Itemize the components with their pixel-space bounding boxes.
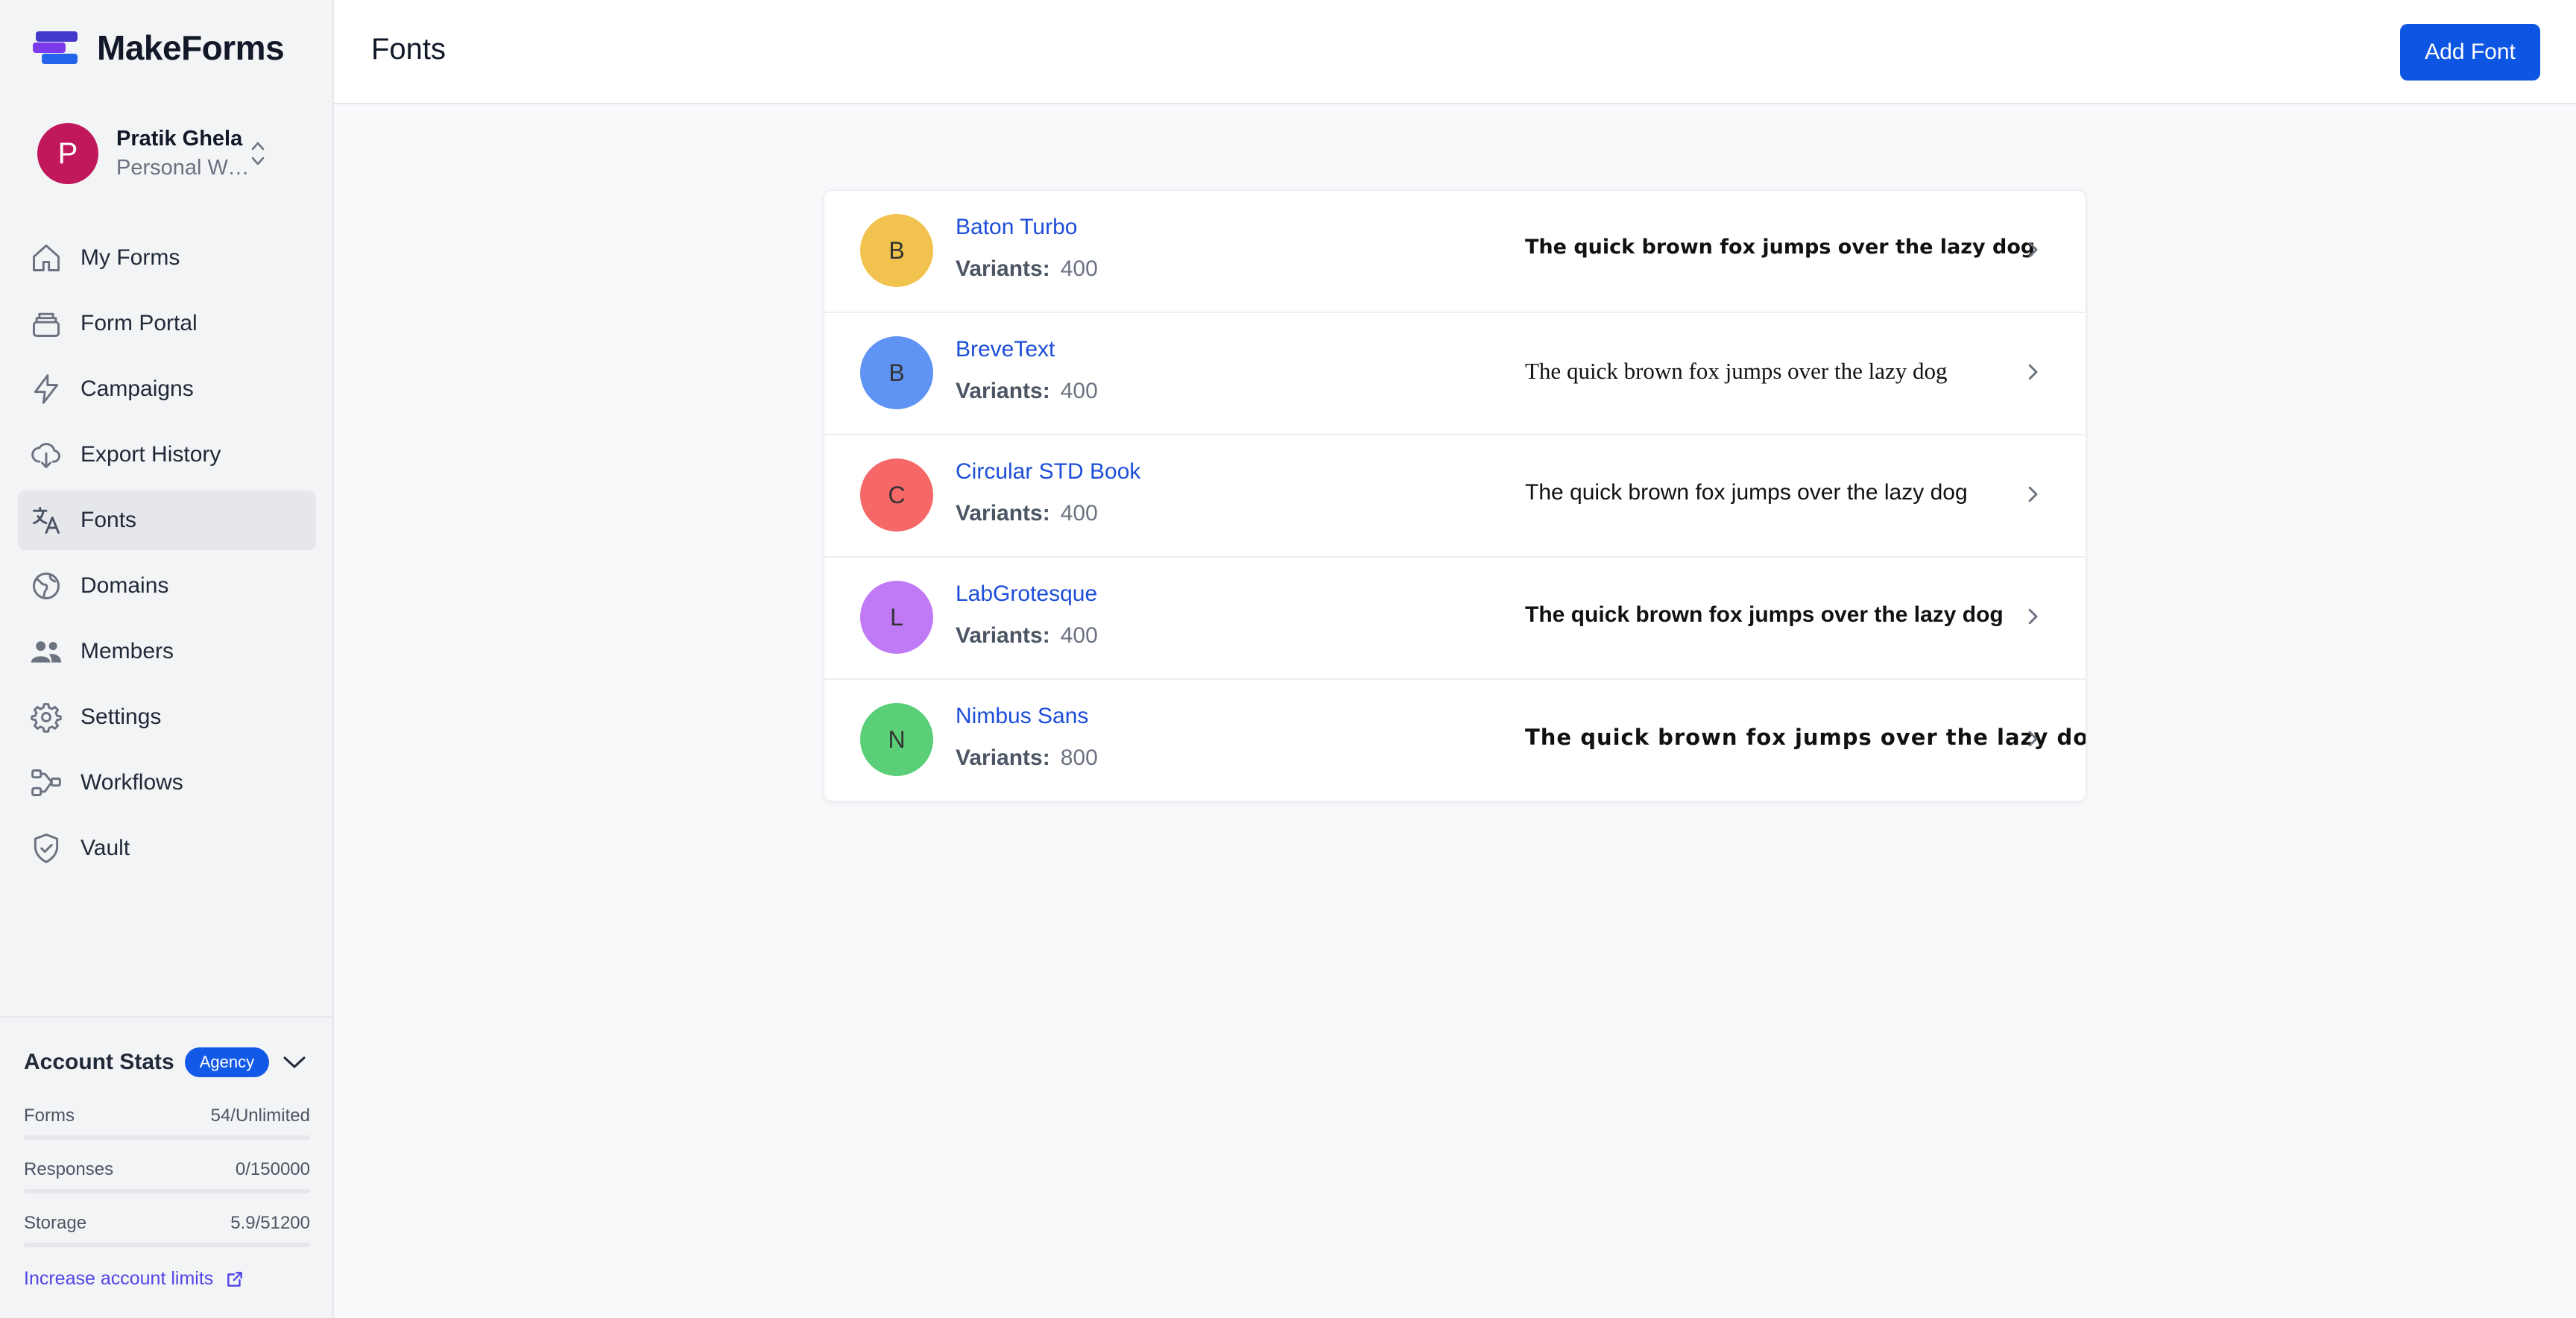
nav-settings[interactable]: Settings bbox=[18, 687, 316, 747]
nav-label: Export History bbox=[80, 442, 221, 467]
chevron-down-icon[interactable] bbox=[282, 1053, 307, 1071]
nav-fonts[interactable]: Fonts bbox=[18, 491, 316, 550]
nav-domains[interactable]: Domains bbox=[18, 556, 316, 616]
stat-progress-bar bbox=[24, 1135, 310, 1140]
stat-forms: Forms 54/Unlimited bbox=[24, 1106, 310, 1140]
font-preview: The quick brown fox jumps over the lazy … bbox=[1525, 358, 1948, 384]
font-name[interactable]: Circular STD Book bbox=[956, 459, 1140, 485]
font-initial-badge: B bbox=[860, 214, 933, 287]
font-initial-badge: C bbox=[860, 458, 933, 532]
makeforms-logo-icon bbox=[33, 28, 78, 67]
nav-members[interactable]: Members bbox=[18, 622, 316, 681]
nav-workflows[interactable]: Workflows bbox=[18, 753, 316, 813]
font-row-nimbus-sans[interactable]: N Nimbus Sans Variants: 800 The quick bro… bbox=[824, 680, 2086, 801]
stat-label: Storage bbox=[24, 1213, 87, 1233]
workflow-icon bbox=[30, 766, 63, 799]
stat-label: Responses bbox=[24, 1159, 114, 1179]
avatar: P bbox=[37, 123, 98, 184]
cloud-download-icon bbox=[30, 438, 63, 471]
nav-label: My Forms bbox=[80, 245, 180, 270]
portal-icon bbox=[30, 307, 63, 340]
sidebar: MakeForms P Pratik Ghela Personal Worksp… bbox=[0, 0, 334, 1318]
stat-storage: Storage 5.9/51200 bbox=[24, 1213, 310, 1247]
font-row-baton-turbo[interactable]: B Baton Turbo Variants: 400 The quick bro… bbox=[824, 191, 2086, 313]
chevron-up-down-icon[interactable] bbox=[249, 137, 267, 170]
chevron-right-icon bbox=[2028, 242, 2038, 258]
translate-icon bbox=[30, 504, 63, 537]
nav-label: Workflows bbox=[80, 770, 183, 795]
increase-limits-link[interactable]: Increase account limits bbox=[24, 1268, 244, 1290]
font-preview: The quick brown fox jumps over the lazy … bbox=[1525, 236, 2036, 259]
font-preview: The quick brown fox jumps over the lazy … bbox=[1525, 480, 1968, 505]
font-variants: Variants: 400 bbox=[956, 623, 1098, 648]
font-variants: Variants: 400 bbox=[956, 501, 1098, 526]
font-preview: The quick brown fox jumps over the lazy … bbox=[1525, 725, 2087, 750]
font-initial-badge: B bbox=[860, 336, 933, 409]
font-name[interactable]: LabGrotesque bbox=[956, 581, 1097, 607]
add-font-button[interactable]: Add Font bbox=[2400, 24, 2540, 81]
stat-progress-bar bbox=[24, 1243, 310, 1247]
stat-label: Forms bbox=[24, 1106, 75, 1126]
nav-label: Members bbox=[80, 639, 174, 663]
font-row-labgrotesque[interactable]: L LabGrotesque Variants: 400 The quick br… bbox=[824, 558, 2086, 680]
workspace-name: Personal Workspace bbox=[116, 156, 258, 180]
font-name[interactable]: BreveText bbox=[956, 337, 1055, 362]
brand-name: MakeForms bbox=[97, 28, 285, 67]
stat-value: 0/150000 bbox=[235, 1159, 310, 1179]
nav-label: Form Portal bbox=[80, 311, 198, 335]
stat-progress-bar bbox=[24, 1189, 310, 1194]
font-variants: Variants: 800 bbox=[956, 745, 1098, 770]
nav-export-history[interactable]: Export History bbox=[18, 425, 316, 485]
nav-label: Vault bbox=[80, 836, 130, 860]
font-preview: The quick brown fox jumps over the lazy … bbox=[1525, 602, 2004, 627]
chevron-right-icon bbox=[2028, 486, 2038, 502]
font-row-circular-std-book[interactable]: C Circular STD Book Variants: 400 The qui… bbox=[824, 435, 2086, 558]
nav-my-forms[interactable]: My Forms bbox=[18, 228, 316, 288]
font-variants: Variants: 400 bbox=[956, 256, 1098, 281]
chevron-right-icon bbox=[2028, 364, 2038, 380]
font-name[interactable]: Nimbus Sans bbox=[956, 704, 1088, 729]
account-stats-title: Account Stats bbox=[24, 1050, 174, 1074]
fonts-list: B Baton Turbo Variants: 400 The quick bro… bbox=[823, 189, 2087, 802]
user-name: Pratik Ghela bbox=[116, 127, 243, 151]
font-initial-badge: L bbox=[860, 581, 933, 654]
lightning-icon bbox=[30, 373, 63, 406]
users-icon bbox=[30, 635, 63, 668]
shield-check-icon bbox=[30, 832, 63, 865]
nav-label: Domains bbox=[80, 573, 169, 598]
nav-label: Settings bbox=[80, 704, 162, 729]
nav-label: Fonts bbox=[80, 508, 137, 532]
font-name[interactable]: Baton Turbo bbox=[956, 215, 1077, 240]
font-initial-badge: N bbox=[860, 703, 933, 776]
globe-icon bbox=[30, 570, 63, 602]
account-stats: Account Stats Agency Forms 54/Unlimited … bbox=[0, 1016, 334, 1318]
home-icon bbox=[30, 242, 63, 274]
external-link-icon bbox=[227, 1271, 243, 1287]
workspace-switcher[interactable]: P Pratik Ghela Personal Workspace bbox=[37, 122, 298, 185]
chevron-right-icon bbox=[2028, 731, 2038, 747]
font-variants: Variants: 400 bbox=[956, 379, 1098, 403]
nav-vault[interactable]: Vault bbox=[18, 819, 316, 878]
font-row-brevetext[interactable]: B BreveText Variants: 400 The quick brown… bbox=[824, 313, 2086, 435]
page-title: Fonts bbox=[371, 33, 446, 66]
plan-badge: Agency bbox=[184, 1047, 270, 1077]
stat-responses: Responses 0/150000 bbox=[24, 1159, 310, 1194]
top-bar: Fonts Add Font bbox=[334, 0, 2576, 104]
nav-form-portal[interactable]: Form Portal bbox=[18, 294, 316, 353]
stat-value: 54/Unlimited bbox=[210, 1106, 310, 1126]
increase-limits-label: Increase account limits bbox=[24, 1268, 214, 1289]
nav-label: Campaigns bbox=[80, 376, 194, 401]
nav-campaigns[interactable]: Campaigns bbox=[18, 359, 316, 419]
sidebar-nav: My Forms Form Portal Campaigns Export Hi… bbox=[18, 228, 316, 884]
app-root: MakeForms P Pratik Ghela Personal Worksp… bbox=[0, 0, 2576, 1318]
brand[interactable]: MakeForms bbox=[33, 25, 285, 70]
gear-icon bbox=[30, 701, 63, 734]
chevron-right-icon bbox=[2028, 608, 2038, 625]
stat-value: 5.9/51200 bbox=[230, 1213, 310, 1233]
